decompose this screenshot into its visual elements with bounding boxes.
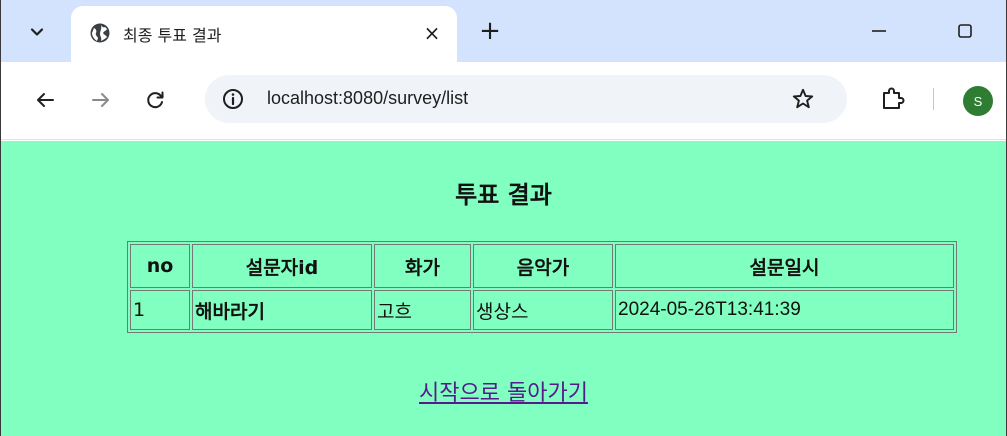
browser-window: 최종 투표 결과 × + localhost:8080/survey/list …	[0, 0, 1007, 436]
header-no: no	[130, 244, 190, 288]
header-musician: 음악가	[473, 244, 613, 288]
close-icon: ×	[423, 21, 441, 45]
globe-icon	[90, 23, 110, 43]
browser-toolbar: localhost:8080/survey/list S	[1, 62, 1006, 140]
tab-title: 최종 투표 결과	[123, 26, 222, 45]
cell-musician: 생상스	[473, 290, 613, 330]
minimize-button[interactable]	[859, 14, 899, 48]
cell-painter: 고흐	[374, 290, 471, 330]
arrow-right-icon	[92, 93, 109, 107]
cell-surveyor-id: 해바라기	[192, 290, 372, 330]
back-to-start-link[interactable]: 시작으로 돌아가기	[419, 381, 588, 406]
star-icon	[792, 88, 814, 109]
active-tab[interactable]: 최종 투표 결과 ×	[71, 6, 457, 62]
results-table: no 설문자id 화가 음악가 설문일시 1 해바라기 고흐 생상스 2024-…	[127, 241, 957, 333]
header-survey-datetime: 설문일시	[615, 244, 954, 288]
forward-button[interactable]	[83, 82, 119, 118]
new-tab-button[interactable]: +	[473, 14, 507, 48]
extensions-icon[interactable]	[877, 83, 909, 115]
cell-datetime: 2024-05-26T13:41:39	[615, 290, 954, 330]
toolbar-separator	[933, 88, 934, 110]
maximize-icon	[958, 24, 972, 38]
info-icon[interactable]	[221, 87, 245, 111]
cell-no: 1	[130, 290, 190, 330]
page-title: 투표 결과	[455, 181, 552, 209]
tab-search-button[interactable]	[19, 14, 55, 50]
profile-avatar[interactable]: S	[963, 86, 993, 116]
back-button[interactable]	[27, 82, 63, 118]
reload-button[interactable]	[137, 82, 173, 118]
chevron-down-icon	[30, 28, 44, 36]
url-text[interactable]: localhost:8080/survey/list	[267, 88, 468, 109]
header-surveyor-id: 설문자id	[192, 244, 372, 288]
plus-icon: +	[479, 16, 501, 46]
table-row: 1 해바라기 고흐 생상스 2024-05-26T13:41:39	[130, 290, 954, 330]
reload-icon	[147, 91, 164, 109]
arrow-left-icon	[37, 93, 54, 107]
table-header-row: no 설문자id 화가 음악가 설문일시	[130, 244, 954, 288]
header-painter: 화가	[374, 244, 471, 288]
address-bar[interactable]: localhost:8080/survey/list	[205, 75, 847, 123]
tab-close-button[interactable]: ×	[417, 18, 447, 48]
maximize-button[interactable]	[945, 14, 985, 48]
back-link-container: 시작으로 돌아가기	[1, 375, 1006, 407]
tab-strip: 최종 투표 결과 × +	[1, 0, 1006, 62]
bookmark-button[interactable]	[789, 85, 817, 113]
minimize-icon	[872, 30, 886, 32]
page-content: 투표 결과 no 설문자id 화가 음악가 설문일시 1 해바라기 고흐 생상스…	[1, 141, 1006, 436]
